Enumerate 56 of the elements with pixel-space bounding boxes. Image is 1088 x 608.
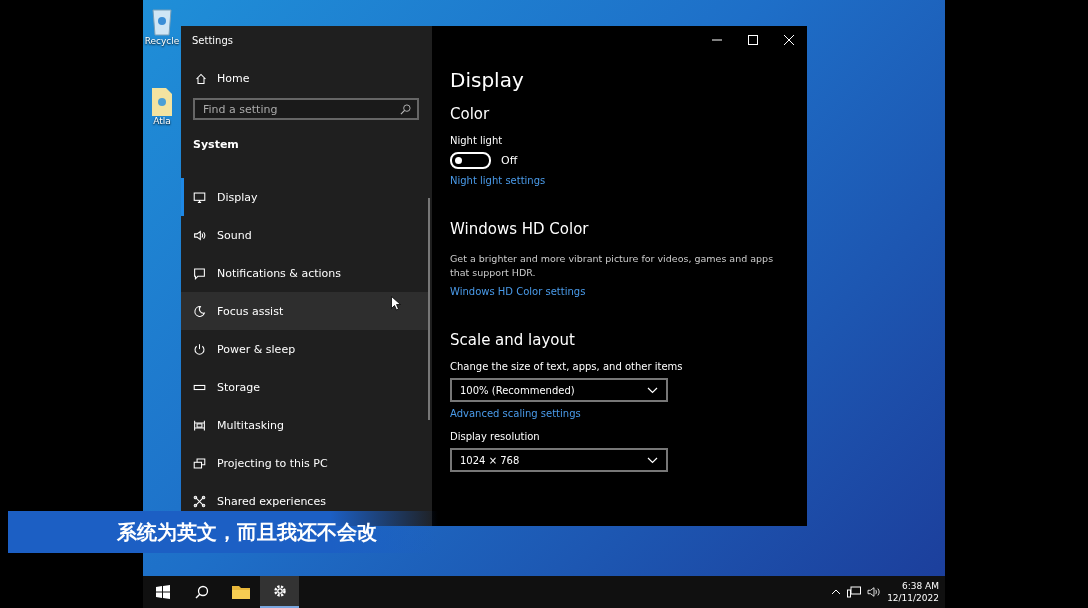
- clock[interactable]: 6:38 AM 12/11/2022: [887, 580, 939, 604]
- close-icon: [784, 35, 794, 45]
- dropdown[interactable]: 100% (Recommended): [450, 378, 668, 402]
- desktop-icon-label: Atla: [153, 116, 171, 126]
- section-title: System: [193, 138, 240, 151]
- chevron-icon: [647, 456, 658, 464]
- mouse-pointer-icon: [391, 296, 401, 311]
- windows-icon: [155, 585, 170, 599]
- nav-item[interactable]: Shared experiences: [181, 482, 428, 520]
- taskbar-button[interactable]: [260, 576, 299, 608]
- page-title: Display: [450, 68, 525, 92]
- search-icon: [194, 585, 209, 599]
- speaker-icon: [193, 228, 206, 242]
- window-title: Settings: [192, 35, 234, 46]
- section-heading: Scale and layout: [450, 331, 576, 349]
- projector-icon: [193, 456, 206, 470]
- chevron-icon: [647, 386, 658, 394]
- multitasking-icon: [193, 418, 206, 432]
- section-heading: Windows HD Color: [450, 220, 590, 238]
- search-field[interactable]: Find a setting: [193, 98, 419, 120]
- recycle-bin-icon[interactable]: [150, 6, 174, 36]
- power-icon: [193, 342, 206, 356]
- nav-item[interactable]: Display: [181, 178, 428, 216]
- message-icon: [193, 266, 206, 280]
- nav-item[interactable]: Multitasking: [181, 406, 428, 444]
- search-icon: [400, 104, 411, 115]
- setting-label: Change the size of text, apps, and other items: [450, 361, 684, 372]
- subtitle-text: 系统为英文，而且我还不会改: [117, 518, 377, 546]
- share-icon: [193, 494, 206, 508]
- toggle-switch[interactable]: [450, 152, 491, 169]
- home-link[interactable]: Home: [195, 72, 432, 85]
- monitor-icon: [193, 190, 206, 204]
- nav-item[interactable]: Power & sleep: [181, 330, 428, 368]
- file-icon[interactable]: [152, 86, 172, 116]
- nav-item[interactable]: Notifications & actions: [181, 254, 428, 292]
- toggle-state: Off: [501, 154, 518, 167]
- moon-icon: [193, 304, 206, 318]
- setting-label: Night light: [450, 135, 504, 146]
- section-heading: Color: [450, 105, 491, 123]
- nav-item[interactable]: Projecting to this PC: [181, 444, 428, 482]
- settings-link[interactable]: Night light settings: [450, 175, 546, 186]
- description-text: Get a brighter and more vibrant picture for videos, games and apps that support HDR.: [450, 252, 775, 280]
- folder-icon: [231, 585, 250, 599]
- nav-item[interactable]: Sound: [181, 216, 428, 254]
- speaker-icon[interactable]: [867, 586, 882, 598]
- dropdown[interactable]: 1024 × 768: [450, 448, 668, 472]
- caret-up-icon[interactable]: [831, 589, 842, 595]
- nav-item[interactable]: Storage: [181, 368, 428, 406]
- home-icon: [195, 72, 207, 85]
- nav-item[interactable]: Focus assist: [181, 292, 428, 330]
- setting-label: Display resolution: [450, 431, 541, 442]
- settings-link[interactable]: Advanced scaling settings: [450, 408, 581, 419]
- settings-link[interactable]: Windows HD Color settings: [450, 286, 586, 297]
- network-icon[interactable]: [847, 586, 862, 598]
- maximize-icon: [748, 35, 758, 45]
- desktop-icon-label: Recycle: [144, 36, 180, 46]
